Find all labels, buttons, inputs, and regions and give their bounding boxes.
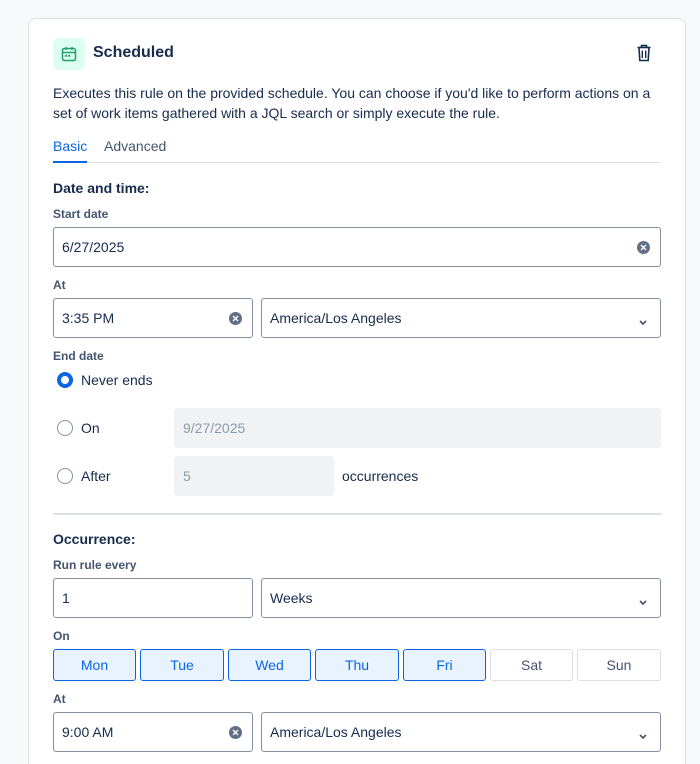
trigger-title: Scheduled [93, 44, 174, 61]
section-divider [53, 513, 661, 515]
day-tue-button[interactable]: Tue [140, 649, 224, 681]
on-days-label: On [53, 629, 70, 643]
day-thu-button[interactable]: Thu [315, 649, 399, 681]
clear-start-time-icon[interactable] [229, 312, 242, 325]
end-after-label: After [81, 468, 111, 484]
end-on-radio[interactable] [57, 420, 73, 436]
occurrence-heading: Occurrence: [53, 531, 136, 547]
run-time-value: 9:00 AM [62, 724, 114, 740]
never-ends-radio[interactable] [57, 372, 73, 388]
tab-advanced[interactable]: Advanced [104, 138, 166, 160]
interval-unit-select[interactable]: Weeks [261, 578, 661, 618]
at-label: At [53, 278, 66, 292]
chevron-down-icon [638, 594, 648, 610]
calendar-icon [53, 38, 85, 70]
timezone-value: America/Los Angeles [270, 310, 402, 326]
start-date-value: 6/27/2025 [62, 239, 125, 255]
end-on-date-input[interactable]: 9/27/2025 [174, 408, 661, 448]
scheduled-trigger-card: Scheduled Executes this rule on the prov… [28, 18, 686, 764]
tab-basic[interactable]: Basic [53, 138, 88, 163]
end-after-radio[interactable] [57, 468, 73, 484]
delete-trash-icon[interactable] [637, 44, 655, 64]
clear-start-date-icon[interactable] [637, 241, 650, 254]
run-every-input[interactable]: 1 [53, 578, 253, 618]
day-fri-button[interactable]: Fri [403, 649, 486, 681]
day-sun-button[interactable]: Sun [577, 649, 661, 681]
tab-bar: Basic Advanced [53, 138, 661, 163]
run-timezone-value: America/Los Angeles [270, 724, 402, 740]
start-date-input[interactable]: 6/27/2025 [53, 227, 661, 267]
occurrences-label: occurrences [342, 468, 419, 484]
day-sat-button[interactable]: Sat [490, 649, 573, 681]
run-timezone-select[interactable]: America/Los Angeles [261, 712, 661, 752]
end-after-count-value: 5 [183, 468, 191, 484]
run-time-input[interactable]: 9:00 AM [53, 712, 253, 752]
run-every-label: Run rule every [53, 558, 137, 572]
end-date-label: End date [53, 349, 104, 363]
trigger-description: Executes this rule on the provided sched… [53, 85, 651, 121]
interval-unit-value: Weeks [270, 590, 313, 606]
day-wed-button[interactable]: Wed [228, 649, 311, 681]
clear-run-time-icon[interactable] [229, 726, 242, 739]
never-ends-label: Never ends [81, 372, 153, 388]
chevron-down-icon [638, 314, 648, 330]
end-on-date-value: 9/27/2025 [183, 420, 246, 436]
chevron-down-icon [638, 728, 648, 744]
end-after-count-input[interactable]: 5 [174, 456, 334, 496]
start-time-input[interactable]: 3:35 PM [53, 298, 253, 338]
start-time-value: 3:35 PM [62, 310, 115, 326]
date-time-heading: Date and time: [53, 180, 150, 196]
day-mon-button[interactable]: Mon [53, 649, 136, 681]
timezone-select[interactable]: America/Los Angeles [261, 298, 661, 338]
end-on-label: On [81, 420, 100, 436]
run-at-label: At [53, 692, 66, 706]
start-date-label: Start date [53, 207, 109, 221]
run-every-value: 1 [62, 590, 70, 606]
